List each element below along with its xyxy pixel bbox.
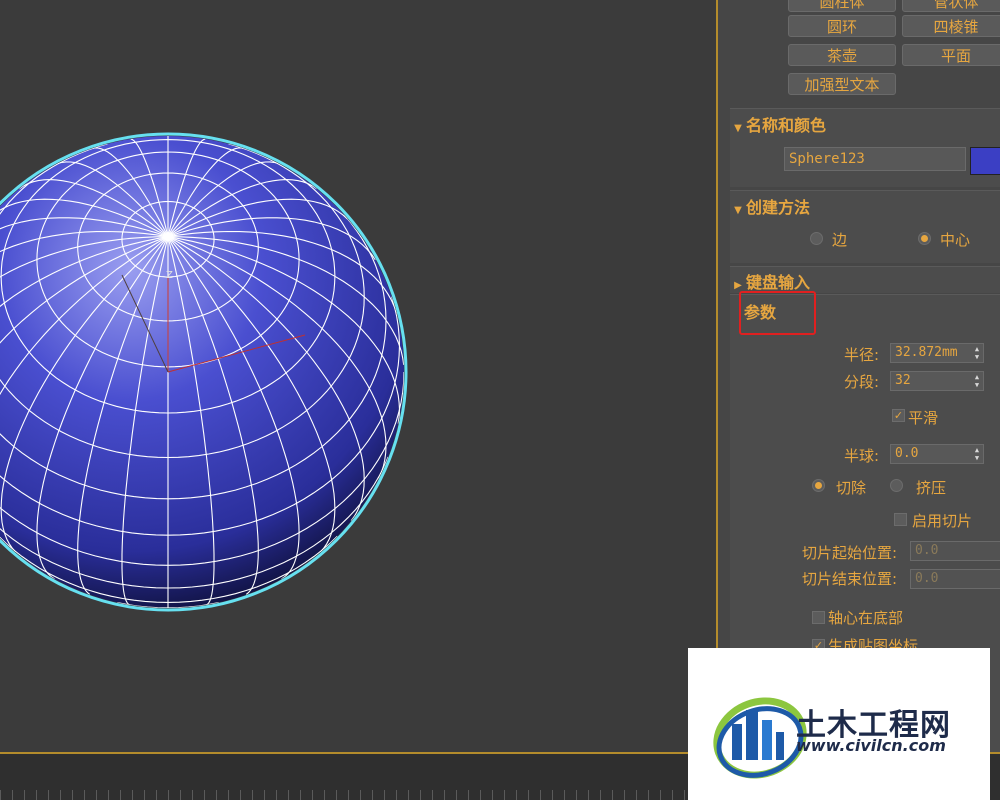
segments-spinner[interactable]: 32 ▲ ▼: [890, 371, 984, 391]
edge-radio[interactable]: [810, 232, 823, 245]
pyramid-button[interactable]: 四棱锥: [902, 15, 1000, 37]
smooth-checkbox[interactable]: ✓: [892, 409, 905, 422]
slice-from-spinner[interactable]: 0.0: [910, 541, 1000, 561]
sphere-body: [0, 136, 404, 608]
watermark: 土木工程网 www.civilcn.com: [688, 648, 990, 800]
base-to-pivot-checkbox[interactable]: [812, 611, 825, 624]
center-label: 中心: [940, 231, 971, 249]
center-radio[interactable]: [918, 232, 931, 245]
chop-label: 切除: [836, 479, 867, 497]
torus-button[interactable]: 圆环: [788, 15, 896, 37]
perspective-viewport[interactable]: Z: [0, 0, 716, 752]
edge-label: 边: [832, 231, 848, 249]
hemisphere-spinner[interactable]: 0.0 ▲ ▼: [890, 444, 984, 464]
keyboard-entry-rollout: ▶ 键盘输入: [730, 266, 1000, 293]
spinner-arrows-icon[interactable]: ▲ ▼: [973, 373, 981, 389]
base-to-pivot-label: 轴心在底部: [828, 609, 904, 627]
name-color-rollout: ▼ 名称和颜色 Sphere123: [730, 108, 1000, 187]
plane-button[interactable]: 平面: [902, 44, 1000, 66]
slice-on-checkbox[interactable]: [894, 513, 907, 526]
slice-from-label: 切片起始位置:: [802, 544, 898, 562]
slice-on-label: 启用切片: [912, 512, 973, 530]
chop-radio[interactable]: [812, 479, 825, 492]
radius-spinner[interactable]: 32.872mm ▲ ▼: [890, 343, 984, 363]
tube-button[interactable]: 管状体: [902, 0, 1000, 12]
keyboard-entry-header[interactable]: ▶ 键盘输入: [730, 269, 810, 293]
radius-label: 半径:: [844, 346, 880, 364]
creation-method-header[interactable]: ▼ 创建方法: [730, 194, 810, 218]
slice-to-label: 切片结束位置:: [802, 570, 898, 588]
axis-z-label: Z: [166, 270, 173, 281]
spinner-arrows-icon[interactable]: ▲ ▼: [973, 446, 981, 462]
timeline-ticks: [0, 790, 690, 800]
civilcn-logo: [713, 697, 807, 779]
rollout-collapse-icon: ▼: [734, 205, 742, 216]
hemisphere-label: 半球:: [844, 447, 880, 465]
rollout-collapse-icon: ▼: [734, 123, 742, 134]
creation-method-rollout: ▼ 创建方法 边 中心: [730, 190, 1000, 263]
teapot-button[interactable]: 茶壶: [788, 44, 896, 66]
slice-to-spinner[interactable]: 0.0: [910, 569, 1000, 589]
cylinder-button[interactable]: 圆柱体: [788, 0, 896, 12]
spinner-arrows-icon[interactable]: ▲ ▼: [973, 345, 981, 361]
text-plus-button[interactable]: 加强型文本: [788, 73, 896, 95]
object-name-field[interactable]: Sphere123: [784, 147, 966, 171]
watermark-url: www.civilcn.com: [796, 736, 946, 755]
object-color-swatch[interactable]: [970, 147, 1000, 175]
rollout-expand-icon: ▶: [734, 280, 742, 291]
parameters-highlight-box: [739, 291, 816, 335]
name-color-header[interactable]: ▼ 名称和颜色: [730, 112, 826, 136]
squash-label: 挤压: [916, 479, 947, 497]
squash-radio[interactable]: [890, 479, 903, 492]
command-panel: 圆柱体 管状体 圆环 四棱锥 茶壶 平面 加强型文本 ▼ 名称和颜色 Sphere…: [718, 0, 1000, 752]
segments-label: 分段:: [844, 373, 880, 391]
smooth-label: 平滑: [908, 409, 939, 427]
sphere-wireframe[interactable]: Z: [0, 0, 716, 752]
